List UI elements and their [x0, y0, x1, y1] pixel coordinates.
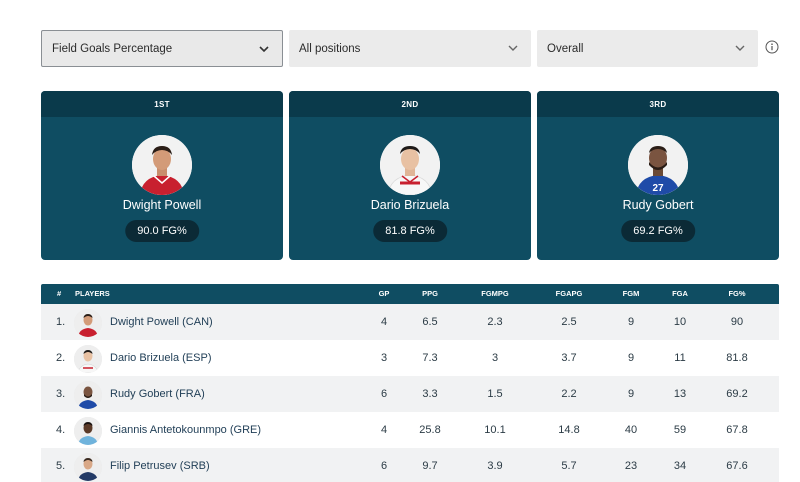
player-thumbnail	[74, 453, 102, 481]
cell-ppg: 7.3	[422, 352, 438, 364]
player-avatar: 27	[628, 135, 688, 195]
player-thumbnail	[74, 417, 102, 445]
stat-select[interactable]: Field Goals Percentage	[41, 30, 283, 67]
player-name: Dario Brizuela	[370, 198, 450, 212]
stat-pill: 81.8 FG%	[373, 220, 447, 242]
player-name-link[interactable]: Rudy Gobert (FRA)	[110, 376, 205, 412]
cell-gp: 4	[380, 316, 388, 328]
header-players: PLAYERS	[75, 289, 110, 298]
podium-rank: 1ST	[41, 91, 283, 117]
cell-fgapg: 2.5	[561, 316, 577, 328]
row-rank: 2.	[56, 352, 66, 364]
cell-fga: 34	[673, 460, 687, 472]
chevron-down-icon	[507, 42, 519, 54]
podium-card-first[interactable]: 1ST Dwight Powell 90.0 FG%	[41, 91, 283, 260]
cell-fgmpg: 10.1	[484, 424, 506, 436]
player-avatar	[380, 135, 440, 195]
player-avatar	[132, 135, 192, 195]
cell-ppg: 3.3	[422, 388, 438, 400]
cell-gp: 4	[380, 424, 388, 436]
player-name-link[interactable]: Dario Brizuela (ESP)	[110, 340, 211, 376]
cell-fgmpg: 3	[491, 352, 499, 364]
cell-fgp: 67.8	[726, 424, 748, 436]
table-row[interactable]: 3. Rudy Gobert (FRA) 6 3.3 1.5 2.2 9 13 …	[41, 376, 779, 412]
row-rank: 1.	[56, 316, 66, 328]
cell-fgp: 81.8	[726, 352, 748, 364]
cell-fgmpg: 2.3	[487, 316, 503, 328]
leaders-table: # PLAYERS GP PPG FGMPG FGAPG FGM FGA FG%…	[41, 284, 779, 482]
row-rank: 5.	[56, 460, 66, 472]
stat-pill: 69.2 FG%	[621, 220, 695, 242]
podium-rank: 3RD	[537, 91, 779, 117]
player-thumbnail	[74, 309, 102, 337]
header-fgapg[interactable]: FGAPG	[556, 284, 583, 304]
cell-gp: 6	[380, 460, 388, 472]
cell-fgapg: 2.2	[561, 388, 577, 400]
cell-fgm: 9	[627, 352, 635, 364]
podium-rank: 2ND	[289, 91, 531, 117]
player-name-link[interactable]: Filip Petrusev (SRB)	[110, 448, 210, 482]
cell-fgmpg: 3.9	[487, 460, 503, 472]
info-icon[interactable]	[765, 40, 779, 54]
row-rank: 4.	[56, 424, 66, 436]
player-name-link[interactable]: Dwight Powell (CAN)	[110, 304, 213, 340]
player-name: Dwight Powell	[122, 198, 202, 212]
cell-gp: 6	[380, 388, 388, 400]
svg-text:27: 27	[652, 183, 664, 194]
cell-fgm: 23	[624, 460, 638, 472]
cell-gp: 3	[380, 352, 388, 364]
cell-fga: 59	[673, 424, 687, 436]
cell-fgmpg: 1.5	[487, 388, 503, 400]
player-thumbnail	[74, 381, 102, 409]
podium-card-third[interactable]: 3RD 27 Rudy Gobert 69.2 FG%	[537, 91, 779, 260]
stat-select-value: Field Goals Percentage	[52, 42, 173, 55]
row-rank: 3.	[56, 388, 66, 400]
cell-fga: 10	[673, 316, 687, 328]
scope-select-value: Overall	[547, 42, 584, 55]
chevron-down-icon	[258, 43, 270, 55]
header-ppg[interactable]: PPG	[422, 284, 438, 304]
table-row[interactable]: 4. Giannis Antetokounmpo (GRE) 4 25.8 10…	[41, 412, 779, 448]
cell-fgapg: 5.7	[561, 460, 577, 472]
position-select[interactable]: All positions	[289, 30, 531, 67]
header-fgp[interactable]: FG%	[728, 284, 745, 304]
header-fgmpg[interactable]: FGMPG	[481, 284, 509, 304]
cell-ppg: 9.7	[422, 460, 438, 472]
table-row[interactable]: 2. Dario Brizuela (ESP) 3 7.3 3 3.7 9 11…	[41, 340, 779, 376]
filters-bar: Field Goals Percentage All positions Ove…	[41, 30, 781, 68]
cell-fgp: 90	[730, 316, 744, 328]
cell-fgp: 67.6	[726, 460, 748, 472]
cell-fgapg: 3.7	[561, 352, 577, 364]
header-rank: #	[57, 289, 62, 298]
cell-fgm: 40	[624, 424, 638, 436]
podium-card-second[interactable]: 2ND Dario Brizuela 81.8 FG%	[289, 91, 531, 260]
player-thumbnail	[74, 345, 102, 373]
header-fgm[interactable]: FGM	[623, 284, 640, 304]
scope-select[interactable]: Overall	[537, 30, 758, 67]
table-header: # PLAYERS GP PPG FGMPG FGAPG FGM FGA FG%	[41, 284, 779, 304]
cell-ppg: 6.5	[422, 316, 438, 328]
table-row[interactable]: 5. Filip Petrusev (SRB) 6 9.7 3.9 5.7 23…	[41, 448, 779, 482]
cell-ppg: 25.8	[419, 424, 441, 436]
cell-fgp: 69.2	[726, 388, 748, 400]
cell-fga: 13	[673, 388, 687, 400]
player-name-link[interactable]: Giannis Antetokounmpo (GRE)	[110, 412, 261, 448]
cell-fgm: 9	[627, 388, 635, 400]
stat-pill: 90.0 FG%	[125, 220, 199, 242]
header-gp[interactable]: GP	[379, 284, 390, 304]
cell-fga: 11	[674, 352, 686, 364]
chevron-down-icon	[734, 42, 746, 54]
cell-fgm: 9	[627, 316, 635, 328]
cell-fgapg: 14.8	[558, 424, 580, 436]
position-select-value: All positions	[299, 42, 361, 55]
player-name: Rudy Gobert	[622, 198, 694, 212]
header-fga[interactable]: FGA	[672, 284, 688, 304]
table-row[interactable]: 1. Dwight Powell (CAN) 4 6.5 2.3 2.5 9 1…	[41, 304, 779, 340]
